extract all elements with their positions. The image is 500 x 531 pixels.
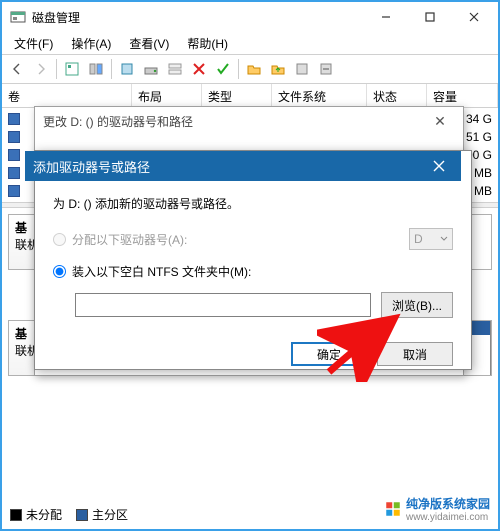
col-capacity[interactable]: 容量	[427, 84, 498, 107]
menu-help[interactable]: 帮助(H)	[179, 33, 236, 54]
folder-up-icon[interactable]	[267, 58, 289, 80]
assign-letter-label: 分配以下驱动器号(A):	[72, 231, 187, 248]
forward-icon[interactable]	[30, 58, 52, 80]
legend-primary: 主分区	[92, 506, 128, 523]
watermark-text: 纯净版系统家园	[406, 495, 490, 512]
window-title: 磁盘管理	[32, 9, 364, 26]
toolbar-icon-5[interactable]	[164, 58, 186, 80]
close-button[interactable]	[452, 2, 496, 32]
back-icon[interactable]	[6, 58, 28, 80]
mount-folder-radio[interactable]	[53, 265, 66, 278]
add-drive-letter-dialog: 添加驱动器号或路径 为 D: () 添加新的驱动器号或路径。 分配以下驱动器号(…	[34, 150, 472, 370]
close-icon[interactable]	[425, 155, 453, 177]
minimize-button[interactable]	[364, 2, 408, 32]
cancel-button[interactable]: 取消	[377, 342, 453, 366]
mount-folder-radio-row[interactable]: 装入以下空白 NTFS 文件夹中(M):	[53, 258, 453, 284]
folder-icon[interactable]	[243, 58, 265, 80]
toolbar-icon-10[interactable]	[315, 58, 337, 80]
maximize-button[interactable]	[408, 2, 452, 32]
menu-view[interactable]: 查看(V)	[121, 33, 177, 54]
col-layout[interactable]: 布局	[132, 84, 202, 107]
toolbar-icon-3[interactable]	[116, 58, 138, 80]
assign-letter-radio[interactable]	[53, 233, 66, 246]
volume-grid-header: 卷 布局 类型 文件系统 状态 容量	[2, 84, 498, 108]
close-icon[interactable]: ✕	[425, 113, 455, 130]
col-status[interactable]: 状态	[367, 84, 427, 107]
col-fs[interactable]: 文件系统	[272, 84, 367, 107]
menubar: 文件(F) 操作(A) 查看(V) 帮助(H)	[2, 32, 498, 54]
watermark-logo-icon	[384, 500, 402, 518]
toolbar-icon-1[interactable]	[61, 58, 83, 80]
check-icon[interactable]	[212, 58, 234, 80]
app-icon	[10, 9, 26, 25]
legend-unallocated: 未分配	[26, 506, 62, 523]
menu-action[interactable]: 操作(A)	[63, 33, 119, 54]
dialog-title: 更改 D: () 的驱动器号和路径	[43, 113, 425, 130]
watermark-url: www.yidaimei.com	[406, 512, 490, 523]
col-type[interactable]: 类型	[202, 84, 272, 107]
assign-letter-radio-row[interactable]: 分配以下驱动器号(A): D	[53, 226, 453, 252]
chevron-down-icon	[440, 235, 448, 243]
col-volume[interactable]: 卷	[2, 84, 132, 107]
toolbar-icon-9[interactable]	[291, 58, 313, 80]
dialog-lead-text: 为 D: () 添加新的驱动器号或路径。	[53, 195, 453, 212]
watermark: 纯净版系统家园 www.yidaimei.com	[384, 495, 490, 523]
drive-letter-select[interactable]: D	[409, 228, 453, 250]
browse-button[interactable]: 浏览(B)...	[381, 292, 453, 318]
menu-file[interactable]: 文件(F)	[6, 33, 61, 54]
mount-path-input[interactable]	[75, 293, 371, 317]
toolbar	[2, 54, 498, 84]
ok-button[interactable]: 确定	[291, 342, 367, 366]
dialog-title: 添加驱动器号或路径	[33, 157, 425, 176]
toolbar-icon-4[interactable]	[140, 58, 162, 80]
mount-folder-label: 装入以下空白 NTFS 文件夹中(M):	[72, 263, 251, 280]
delete-icon[interactable]	[188, 58, 210, 80]
legend: 未分配 主分区	[10, 506, 128, 523]
titlebar: 磁盘管理	[2, 2, 498, 32]
toolbar-icon-2[interactable]	[85, 58, 107, 80]
